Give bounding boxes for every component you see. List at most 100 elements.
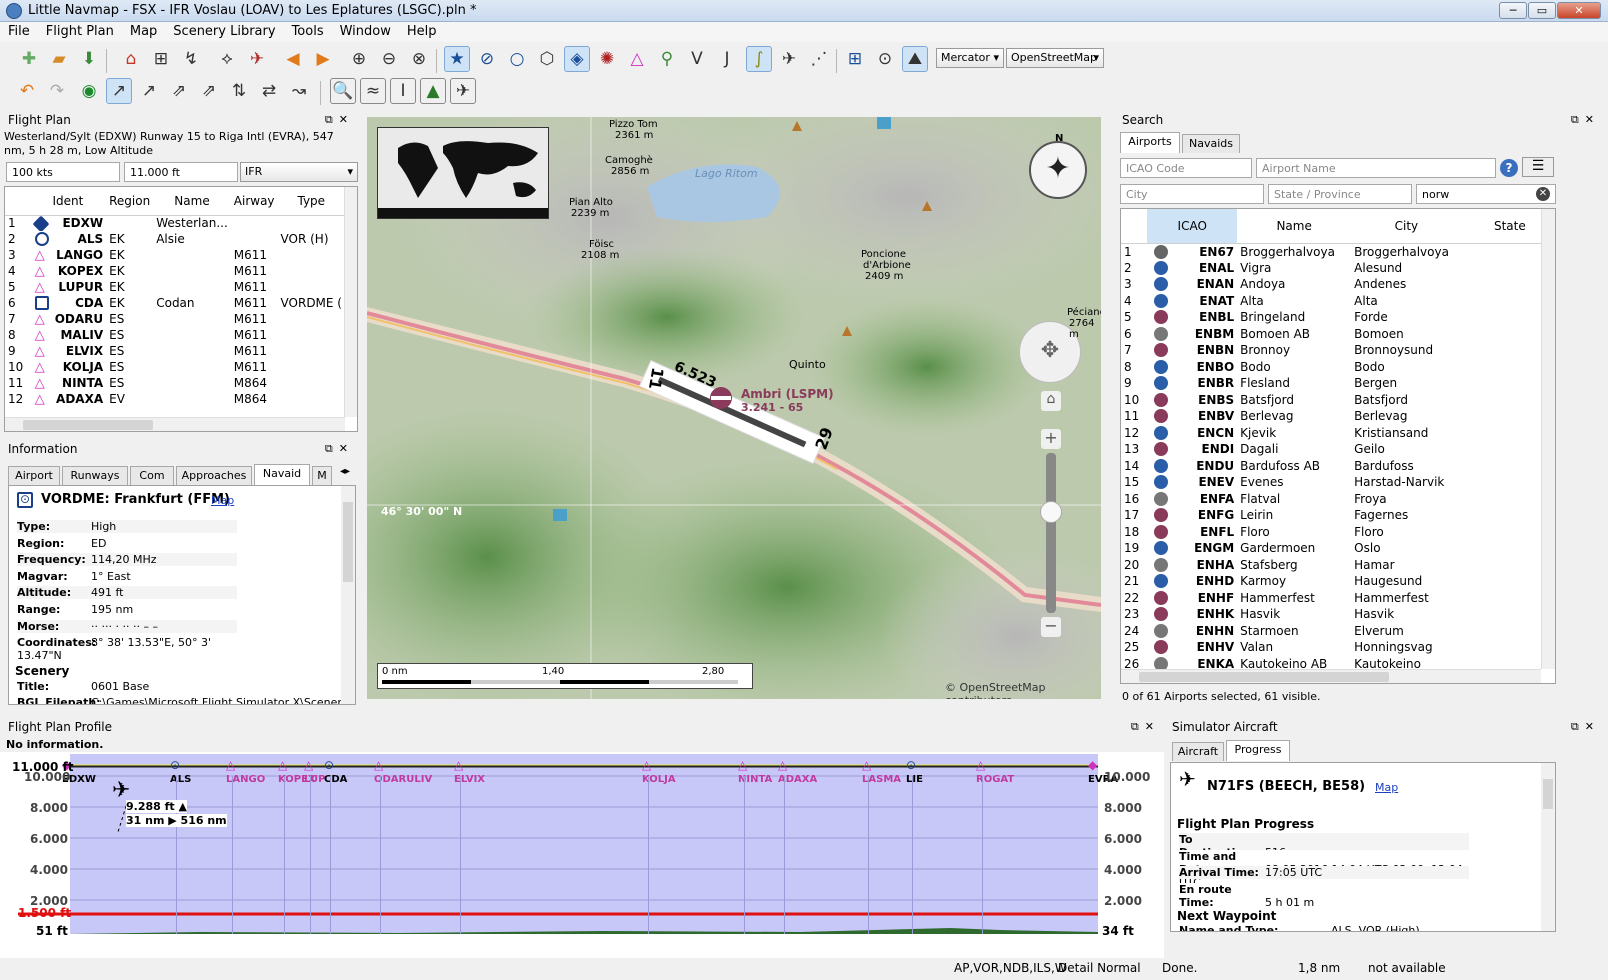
overview-map[interactable] bbox=[377, 127, 549, 219]
clear-route-icon[interactable]: ✈ bbox=[244, 46, 270, 72]
flight-plan-hscroll[interactable] bbox=[5, 417, 345, 431]
airport-result-row[interactable]: 23 ENHK Hasvik Hasvik Nor bbox=[1121, 606, 1555, 623]
map-zoom-out-button[interactable]: − bbox=[1041, 617, 1061, 637]
show-empty-airports-icon[interactable]: ○ bbox=[504, 46, 530, 72]
show-ndb-icon[interactable]: ✺ bbox=[594, 46, 620, 72]
info-panel-icon[interactable]: I bbox=[390, 78, 416, 104]
maximize-button[interactable]: ▭ bbox=[1528, 2, 1556, 19]
menu-scenery-library[interactable]: Scenery Library bbox=[165, 22, 283, 41]
airport-result-row[interactable]: 18 ENFL Floro Floro Nor bbox=[1121, 524, 1555, 541]
airport-result-row[interactable]: 25 ENHV Valan Honningsvag Nor bbox=[1121, 639, 1555, 656]
minimize-button[interactable]: ─ bbox=[1499, 2, 1527, 19]
panel-float-close-icons[interactable]: ⧉✕ bbox=[325, 111, 354, 129]
airport-result-row[interactable]: 16 ENFA Flatval Froya Nor bbox=[1121, 491, 1555, 508]
flight-plan-row[interactable]: 7 △ ODARU ES M611 bbox=[5, 311, 345, 327]
home-icon[interactable]: ⌂ bbox=[118, 46, 144, 72]
speed-input[interactable]: 100 kts bbox=[6, 162, 120, 182]
show-aircraft-icon[interactable]: ✈ bbox=[776, 46, 802, 72]
profile-float-close-icons[interactable]: ⧉✕ bbox=[1131, 718, 1160, 736]
forward-arrow-icon[interactable]: ▶ bbox=[310, 46, 336, 72]
menu-file[interactable]: File bbox=[0, 22, 38, 41]
zoom-in-icon[interactable]: ⊕ bbox=[346, 46, 372, 72]
country-input[interactable]: norw bbox=[1416, 184, 1556, 204]
route-direct-icon[interactable]: ↗ bbox=[106, 78, 132, 104]
airport-label[interactable]: Ambri (LSPM) bbox=[741, 387, 834, 401]
show-route-icon[interactable]: ⟡ bbox=[214, 46, 240, 72]
redo-icon[interactable]: ↷ bbox=[44, 78, 70, 104]
airport-result-row[interactable]: 9 ENBR Flesland Bergen Nor bbox=[1121, 375, 1555, 392]
tab-scroll-arrows[interactable]: ◂▸ bbox=[334, 466, 356, 484]
altitude-input[interactable]: 11.000 ft bbox=[124, 162, 238, 182]
undo-icon[interactable]: ↶ bbox=[14, 78, 40, 104]
airport-result-row[interactable]: 17 ENFG Leirin Fagernes Nor bbox=[1121, 507, 1555, 524]
help-icon[interactable]: ? bbox=[1500, 159, 1518, 177]
state-input[interactable]: State / Province bbox=[1268, 184, 1412, 204]
flightplan-panel-icon[interactable]: ≈ bbox=[360, 78, 386, 104]
sim-float-close-icons[interactable]: ⧉✕ bbox=[1571, 718, 1600, 736]
airport-result-row[interactable]: 1 EN67 Broggerhalvoya Broggerhalvoya Nor bbox=[1121, 243, 1555, 260]
navaid-map-link[interactable]: Map bbox=[211, 494, 234, 507]
show-jet-airways-icon[interactable]: J bbox=[714, 46, 740, 72]
zoom-out-icon[interactable]: ⊖ bbox=[376, 46, 402, 72]
calc-route-icon[interactable]: ◉ bbox=[76, 78, 102, 104]
projection-select[interactable]: Mercator bbox=[936, 48, 1004, 68]
tab-navaid[interactable]: Navaid bbox=[254, 464, 310, 485]
map-zoom-slider[interactable] bbox=[1046, 453, 1056, 613]
flight-plan-row[interactable]: 10 △ KOLJA ES M611 bbox=[5, 359, 345, 375]
col-name[interactable]: Name bbox=[1237, 209, 1351, 243]
route-adjust-icon[interactable]: ⇄ bbox=[256, 78, 282, 104]
icao-code-input[interactable]: ICAO Code bbox=[1120, 158, 1252, 178]
menu-flight-plan[interactable]: Flight Plan bbox=[38, 22, 122, 41]
show-aircraft-trail-icon[interactable]: ⋰ bbox=[806, 46, 832, 72]
map-view[interactable]: ✦ N ✥ ⌂ + − Pizzo Tom 2361 m Camoghè 285… bbox=[367, 117, 1101, 699]
airport-result-row[interactable]: 7 ENBN Bronnoy Bronnoysund Nor bbox=[1121, 342, 1555, 359]
airport-result-row[interactable]: 12 ENCN Kjevik Kristiansand Nor bbox=[1121, 425, 1555, 442]
airport-result-row[interactable]: 10 ENBS Batsfjord Batsfjord Nor bbox=[1121, 392, 1555, 409]
save-plan-icon[interactable]: ⬇ bbox=[76, 46, 102, 72]
profile-panel-icon[interactable]: ▲ bbox=[420, 78, 446, 104]
info-float-close-icons[interactable]: ⧉✕ bbox=[325, 440, 354, 458]
open-plan-icon[interactable]: ▰ bbox=[46, 46, 72, 72]
map-theme-select[interactable]: OpenStreetMap bbox=[1006, 48, 1104, 68]
flight-plan-row[interactable]: 2 ALS EK Alsie VOR (H) bbox=[5, 231, 345, 247]
route-jet-icon[interactable]: ⇗ bbox=[196, 78, 222, 104]
center-plan-icon[interactable]: ↯ bbox=[178, 46, 204, 72]
airport-result-row[interactable]: 5 ENBL Bringeland Forde Nor bbox=[1121, 309, 1555, 326]
progress-vscroll[interactable] bbox=[1541, 763, 1555, 931]
route-victor-icon[interactable]: ⇗ bbox=[166, 78, 192, 104]
route-select-icon[interactable]: ↝ bbox=[286, 78, 312, 104]
show-soft-airports-icon[interactable]: ⊘ bbox=[474, 46, 500, 72]
show-grid-icon[interactable]: ⊞ bbox=[842, 46, 868, 72]
flight-plan-row[interactable]: 9 △ ELVIX ES M611 bbox=[5, 343, 345, 359]
col-airway[interactable]: Airway bbox=[231, 187, 278, 215]
menu-help[interactable]: Help bbox=[399, 22, 445, 41]
tab-navaids[interactable]: Navaids bbox=[1182, 134, 1240, 153]
city-input[interactable]: City bbox=[1120, 184, 1264, 204]
flight-plan-row[interactable]: 4 △ KOPEX EK M611 bbox=[5, 263, 345, 279]
map-zoom-in-button[interactable]: + bbox=[1041, 429, 1061, 449]
tab-approaches[interactable]: Approaches bbox=[176, 466, 252, 485]
menu-tools[interactable]: Tools bbox=[284, 22, 332, 41]
close-button[interactable]: ✕ bbox=[1557, 2, 1601, 19]
new-plan-icon[interactable]: ✚ bbox=[16, 46, 42, 72]
airport-result-row[interactable]: 13 ENDI Dagali Geilo Nor bbox=[1121, 441, 1555, 458]
show-victor-airways-icon[interactable]: V bbox=[684, 46, 710, 72]
zoom-plan-icon[interactable]: ⊗ bbox=[406, 46, 432, 72]
map-zoom-handle[interactable] bbox=[1040, 501, 1062, 523]
search-menu-icon[interactable]: ☰ bbox=[1522, 157, 1554, 177]
search-panel-icon[interactable]: 🔍 bbox=[330, 78, 356, 104]
flight-plan-row[interactable]: 11 △ NINTA ES M864 bbox=[5, 375, 345, 391]
flight-plan-row[interactable]: 3 △ LANGO EK M611 bbox=[5, 247, 345, 263]
map-home-icon[interactable]: ⌂ bbox=[1041, 391, 1061, 411]
col-icao[interactable]: ICAO bbox=[1147, 209, 1238, 243]
flight-plan-row[interactable]: 5 △ LUPUR EK M611 bbox=[5, 279, 345, 295]
airport-result-row[interactable]: 11 ENBV Berlevag Berlevag Nor bbox=[1121, 408, 1555, 425]
show-compass-icon[interactable]: ⊙ bbox=[872, 46, 898, 72]
airport-result-row[interactable]: 2 ENAL Vigra Alesund Nor bbox=[1121, 260, 1555, 277]
airport-name-input[interactable]: Airport Name bbox=[1256, 158, 1496, 178]
info-vscroll[interactable] bbox=[341, 486, 355, 704]
airport-result-row[interactable]: 15 ENEV Evenes Harstad-Narvik Nor bbox=[1121, 474, 1555, 491]
show-airports-icon[interactable]: ★ bbox=[444, 46, 470, 72]
route-reverse-icon[interactable]: ⇅ bbox=[226, 78, 252, 104]
col-ident[interactable]: Ident bbox=[30, 187, 106, 215]
